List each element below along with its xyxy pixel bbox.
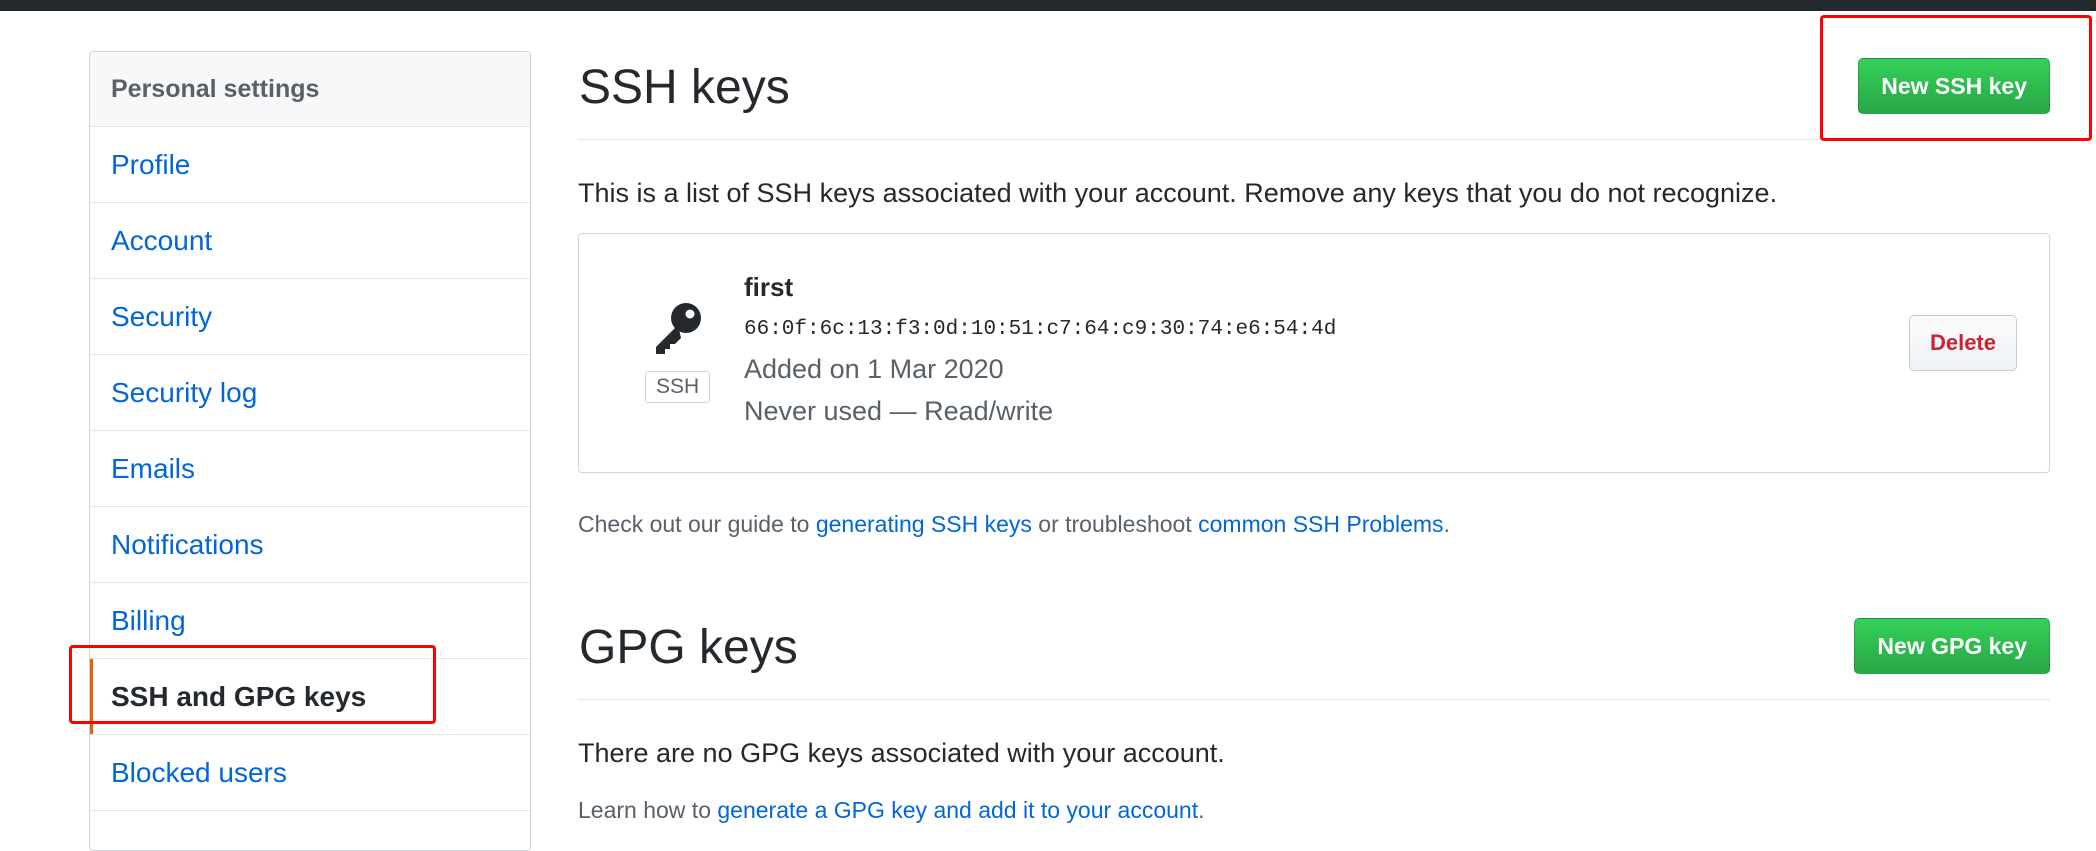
new-gpg-key-button[interactable]: New GPG key [1854,618,2050,674]
gpg-keys-intro: There are no GPG keys associated with yo… [578,738,1225,768]
ssh-guide-text: Check out our guide to generating SSH ke… [578,511,2050,538]
ssh-key-added-date: Added on 1 Mar 2020 [744,354,1004,384]
sidebar-item-profile[interactable]: Profile [90,127,530,203]
ssh-keys-intro: This is a list of SSH keys associated wi… [578,178,1778,208]
ssh-key-fingerprint: 66:0f:6c:13:f3:0d:10:51:c7:64:c9:30:74:e… [744,318,1337,341]
ssh-keys-title: SSH keys [579,61,790,114]
ssh-key-usage: Never used — Read/write [744,396,1054,426]
generating-ssh-keys-link[interactable]: generating SSH keys [816,511,1032,537]
learn-suffix: . [1198,797,1205,823]
guide-prefix: Check out our guide to [578,511,816,537]
ssh-type-label: SSH [645,371,711,403]
gpg-keys-title: GPG keys [579,621,798,674]
sidebar-item-billing[interactable]: Billing [90,583,530,659]
sidebar-header: Personal settings [90,52,530,127]
generate-gpg-key-link[interactable]: generate a GPG key and add it to your ac… [717,797,1198,823]
key-icon [656,303,701,354]
guide-suffix: . [1443,511,1450,537]
sidebar-item-account[interactable]: Account [90,203,530,279]
sidebar-menu: Profile Account Security Security log Emails… [90,127,530,850]
gpg-learn-text: Learn how to generate a GPG key and add … [578,797,2050,824]
ssh-section-header: SSH keys New SSH key [578,40,2050,140]
sidebar-item-ssh-gpg-keys[interactable]: SSH and GPG keys [90,659,530,735]
sidebar-item-security[interactable]: Security [90,279,530,355]
sidebar-item-notifications[interactable]: Notifications [90,507,530,583]
delete-key-button[interactable]: Delete [1908,315,2017,371]
gpg-keys-section: GPG keys New GPG key There are no GPG ke… [578,600,2050,824]
sidebar-item-security-log[interactable]: Security log [90,355,530,431]
settings-sidebar: Personal settings Profile Account Security… [89,51,531,851]
sidebar-item-blocked-users[interactable]: Blocked users [90,735,530,811]
new-ssh-key-button[interactable]: New SSH key [1858,58,2050,114]
top-header-bar [0,0,2096,11]
gpg-section-header: GPG keys New GPG key [578,600,2050,700]
sidebar-item-emails[interactable]: Emails [90,431,530,507]
ssh-keys-section: SSH keys New SSH key This is a list of S… [578,40,2050,538]
sidebar-item-more[interactable] [90,811,530,850]
common-ssh-problems-link[interactable]: common SSH Problems [1198,511,1443,537]
learn-prefix: Learn how to [578,797,718,823]
main-content: SSH keys New SSH key This is a list of S… [578,40,2050,824]
ssh-key-title: first [744,272,794,302]
guide-middle: or troubleshoot [1031,511,1199,537]
ssh-key-item: SSH first 66:0f:6c:13:f3:0d:10:51:c7:64:… [578,233,2050,473]
